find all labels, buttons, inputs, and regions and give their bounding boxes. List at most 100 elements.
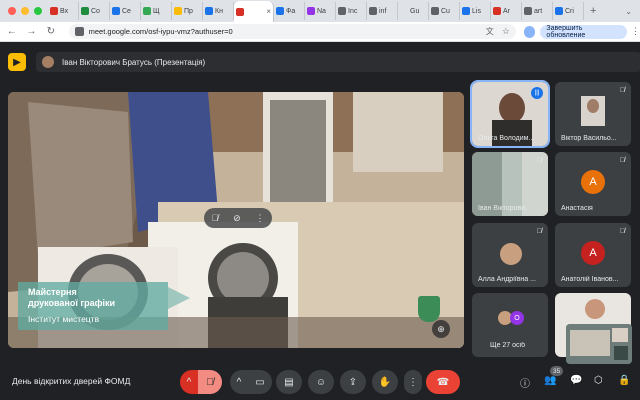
- tab-favicon-icon: [276, 7, 284, 15]
- tab-label: Фа: [286, 7, 296, 15]
- tab-label: Щ: [153, 7, 160, 15]
- minimize-window-button[interactable]: [21, 7, 29, 15]
- browser-tab[interactable]: Lis: [460, 2, 491, 20]
- browser-tab[interactable]: Na: [305, 2, 336, 20]
- browser-tab[interactable]: Ar: [491, 2, 522, 20]
- meeting-title: День відкритих дверей ФОМД: [12, 376, 131, 386]
- caption-arrow: [168, 287, 190, 309]
- leave-call-button[interactable]: ☎: [426, 370, 460, 394]
- address-bar[interactable]: meet.google.com/osf-iypu-vmz?authuser=0 …: [68, 24, 516, 39]
- tab-favicon-icon: [205, 7, 213, 15]
- update-button[interactable]: Завершить обновление: [540, 24, 627, 39]
- tab-label: inf: [379, 7, 387, 15]
- activities-icon[interactable]: ⬡: [594, 375, 603, 386]
- captions-button[interactable]: ▤: [276, 370, 302, 394]
- browser-tab[interactable]: Inc: [336, 2, 367, 20]
- people-icon[interactable]: 👥: [544, 375, 556, 386]
- browser-tab[interactable]: Co: [79, 2, 110, 20]
- tab-favicon-icon: [462, 7, 470, 15]
- browser-tab[interactable]: Gu: [398, 2, 429, 20]
- camera-off-icon[interactable]: ⊘: [233, 213, 241, 224]
- active-tab[interactable]: ×: [234, 1, 274, 22]
- more-participants-label: Ще 27 осіб: [490, 342, 526, 349]
- tab-label: Cri: [565, 7, 574, 15]
- reload-icon[interactable]: ↻: [43, 26, 59, 37]
- tab-label: Ar: [503, 7, 510, 15]
- browser-tab[interactable]: Фа: [274, 2, 305, 20]
- meet-window: ▶ Іван Вікторович Братусь (Презентація): [0, 42, 640, 400]
- participant-tile[interactable]: 🎙̸ Іван Вікторови...: [472, 152, 548, 216]
- participant-tile[interactable]: 🎙̸ Алла Андріївна ...: [472, 223, 548, 287]
- close-tab-icon[interactable]: ×: [266, 7, 271, 16]
- pip-video: [566, 324, 632, 364]
- tab-label: Co: [91, 7, 100, 15]
- browser-tab[interactable]: Cu: [429, 2, 460, 20]
- raise-hand-button[interactable]: ✋: [372, 370, 398, 394]
- zoom-icon[interactable]: ⊕: [432, 320, 450, 338]
- site-info-icon[interactable]: [74, 27, 84, 36]
- window-controls: [0, 7, 48, 15]
- tab-search-icon[interactable]: ⌄: [625, 7, 640, 16]
- browser-tab[interactable]: inf: [367, 2, 398, 20]
- participant-tile[interactable]: 🎙̸ А Анастасія: [555, 152, 631, 216]
- tab-label: Na: [317, 7, 326, 15]
- institute-emblem: [418, 296, 440, 322]
- mic-muted-icon: 🎙̸: [536, 157, 542, 164]
- browser-tab[interactable]: Кн: [203, 2, 234, 20]
- host-controls-icon[interactable]: 🔒: [618, 375, 630, 386]
- tab-label: Gu: [410, 7, 420, 15]
- participant-name: Анастасія: [561, 205, 593, 212]
- browser-tab[interactable]: Cri: [553, 2, 584, 20]
- participant-name: Алла Андріївна ...: [478, 276, 536, 283]
- tabs: Вх Co Се Щ Пр Кн × Фа Na Inc inf Gu Cu Lis Ar art Cri: [48, 0, 584, 22]
- tab-label: Пр: [184, 7, 193, 15]
- profile-avatar[interactable]: [523, 25, 536, 38]
- tab-label: Lis: [472, 7, 481, 15]
- tab-label: Се: [122, 7, 131, 15]
- more-options-button[interactable]: ⋮: [404, 370, 422, 394]
- main-video[interactable]: 🎙̸ ⊘ ⋮ Майстерня друкованої графіки Інст…: [8, 92, 464, 348]
- mic-toggle-button[interactable]: 🎙̸: [198, 370, 222, 394]
- chat-icon[interactable]: 💬: [570, 375, 582, 386]
- tab-favicon-icon: [555, 7, 563, 15]
- bookmark-star-icon[interactable]: ☆: [502, 26, 510, 37]
- participant-initial: O: [510, 311, 524, 325]
- self-avatar: [585, 299, 605, 319]
- audio-options-button[interactable]: ^: [180, 370, 198, 394]
- forward-icon[interactable]: →: [24, 26, 40, 37]
- more-participants-tile[interactable]: O Ще 27 осіб: [472, 293, 548, 357]
- browser-tab[interactable]: art: [522, 2, 553, 20]
- participant-tile[interactable]: 🎙̸ Віктор Васильо...: [555, 82, 631, 146]
- info-icon[interactable]: ⓘ: [520, 375, 530, 390]
- camera-toggle-button[interactable]: ▭: [248, 370, 272, 394]
- participant-tile[interactable]: 🎙̸ А Анатолій Іванов...: [555, 223, 631, 287]
- browser-toolbar: ← → ↻ meet.google.com/osf-iypu-vmz?authu…: [0, 22, 640, 42]
- present-button[interactable]: ⇪: [340, 370, 366, 394]
- mic-muted-icon: 🎙̸: [619, 87, 625, 94]
- translate-icon[interactable]: 文: [486, 26, 494, 37]
- browser-tab[interactable]: Пр: [172, 2, 203, 20]
- browser-tab[interactable]: Вх: [48, 2, 79, 20]
- speaking-icon: |||: [531, 87, 543, 99]
- browser-menu-icon[interactable]: ⋮: [631, 26, 640, 37]
- tab-favicon-icon: [369, 7, 377, 15]
- tab-favicon-icon: [338, 7, 346, 15]
- tab-favicon-icon: [493, 7, 501, 15]
- emoji-button[interactable]: ☺: [308, 370, 334, 394]
- browser-tab[interactable]: Щ: [141, 2, 172, 20]
- new-tab-button[interactable]: +: [584, 5, 602, 17]
- back-icon[interactable]: ←: [4, 26, 20, 37]
- close-window-button[interactable]: [8, 7, 16, 15]
- mic-muted-icon[interactable]: 🎙̸: [211, 213, 218, 223]
- meet-top-bar: ▶ Іван Вікторович Братусь (Презентація): [8, 50, 640, 74]
- picture-in-picture[interactable]: [566, 324, 632, 364]
- participant-initial: А: [581, 241, 605, 265]
- presentation-icon[interactable]: ▶: [8, 53, 26, 71]
- participant-tile[interactable]: ||| Ольга Володим...: [470, 80, 550, 148]
- video-options-button[interactable]: ^: [230, 370, 248, 394]
- tab-strip: Вх Co Се Щ Пр Кн × Фа Na Inc inf Gu Cu Lis Ar art Cri + …: [0, 0, 640, 22]
- more-options-icon[interactable]: ⋮: [256, 213, 265, 224]
- maximize-window-button[interactable]: [34, 7, 42, 15]
- tile-controls: 🎙̸ ⊘ ⋮: [204, 208, 272, 228]
- browser-tab[interactable]: Се: [110, 2, 141, 20]
